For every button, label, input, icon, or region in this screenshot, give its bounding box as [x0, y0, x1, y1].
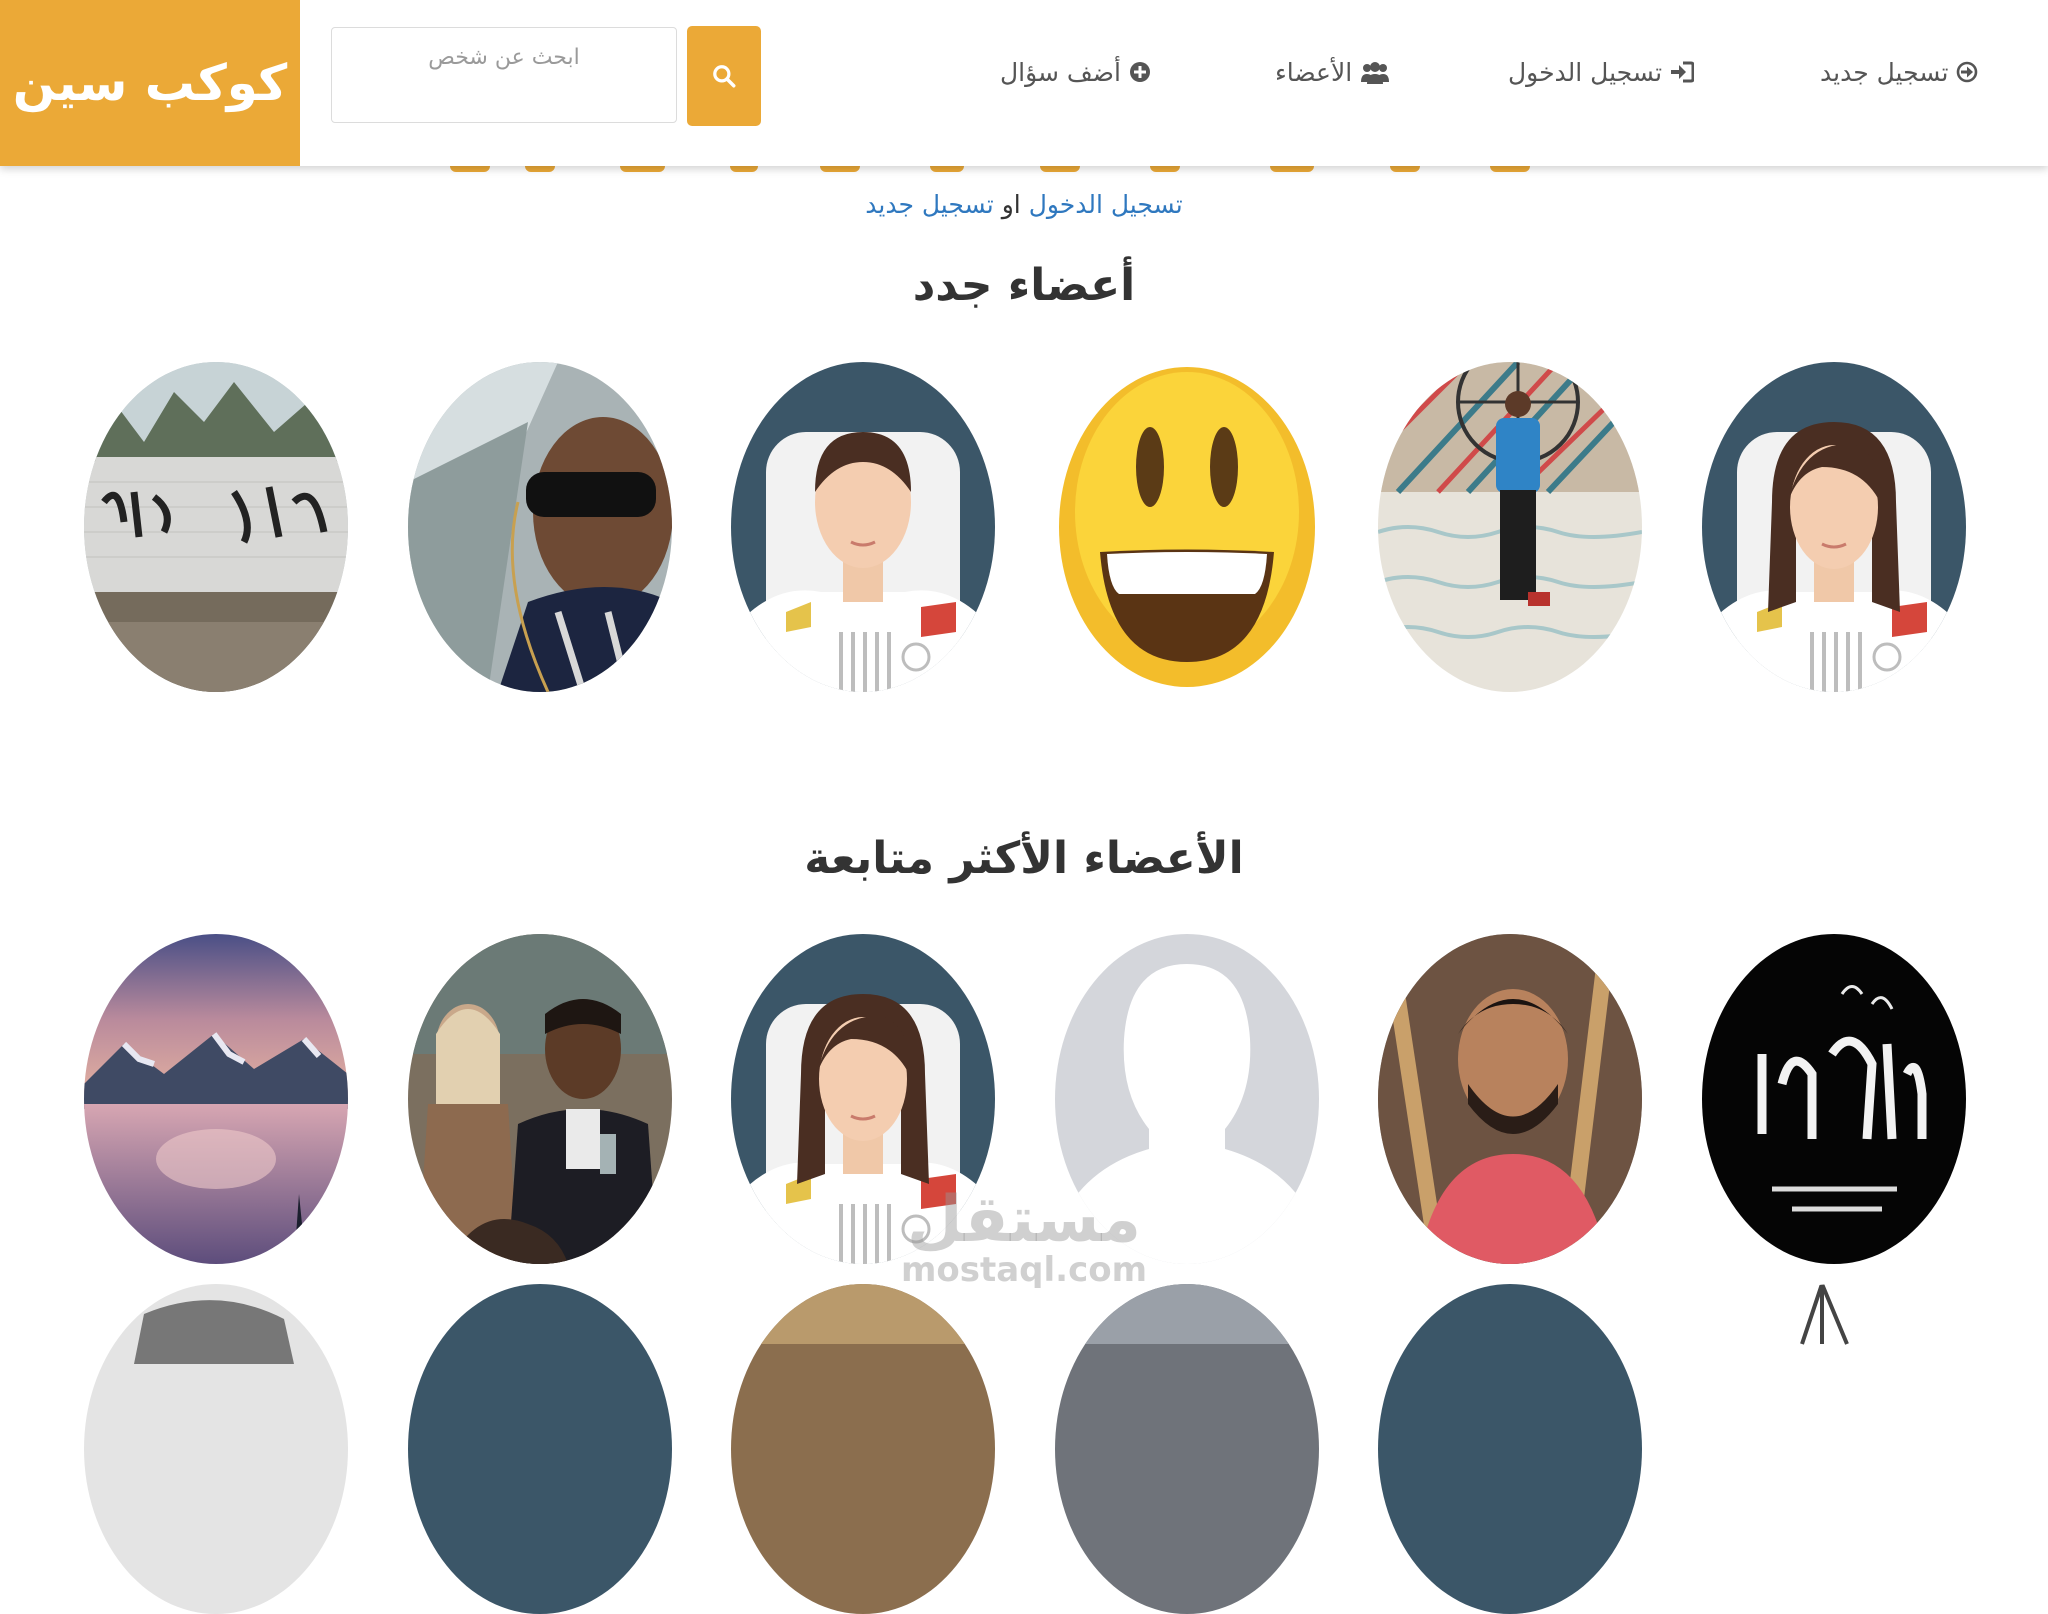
top-navbar: كوكب سين أضف سؤال الأعضاء: [0, 0, 2048, 166]
nav-add-question[interactable]: أضف سؤال: [1000, 52, 1151, 92]
member-avatar[interactable]: [1378, 362, 1642, 692]
member-avatar[interactable]: [408, 362, 672, 692]
member-avatar[interactable]: [1702, 1284, 1966, 1614]
search-input[interactable]: [331, 27, 677, 123]
member-avatar[interactable]: [1055, 1284, 1319, 1614]
login-link[interactable]: تسجيل الدخول: [1029, 190, 1183, 219]
member-avatar[interactable]: [84, 1284, 348, 1614]
member-avatar[interactable]: [731, 1284, 995, 1614]
member-avatar[interactable]: [1702, 362, 1966, 692]
watermark-latin: mostaql.com: [900, 1250, 1148, 1290]
nav-login-label: تسجيل الدخول: [1508, 57, 1663, 87]
auth-separator: او: [1001, 190, 1021, 219]
site-logo[interactable]: كوكب سين: [0, 0, 300, 166]
watermark: مستقل mostaql.com: [0, 1188, 2048, 1288]
nav-register[interactable]: تسجيل جديد: [1820, 52, 1978, 92]
member-avatar[interactable]: [84, 362, 348, 692]
member-avatar[interactable]: [1378, 1284, 1642, 1614]
most-followed-title: الأعضاء الأكثر متابعة: [804, 833, 1244, 884]
nav-register-label: تسجيل جديد: [1820, 57, 1949, 87]
member-avatar[interactable]: [731, 362, 995, 692]
nav-login[interactable]: تسجيل الدخول: [1508, 52, 1695, 92]
member-avatar[interactable]: [408, 1284, 672, 1614]
auth-prompt: تسجيل الدخول او تسجيل جديد: [0, 190, 2048, 219]
circle-arrow-icon: [1957, 61, 1978, 83]
watermark-arabic: مستقل: [906, 1183, 1142, 1257]
search-button[interactable]: [687, 26, 761, 126]
new-members-title: أعضاء جدد: [912, 260, 1136, 311]
register-link[interactable]: تسجيل جديد: [865, 190, 993, 219]
search-icon: [713, 65, 736, 88]
nav-members-label: الأعضاء: [1275, 57, 1353, 87]
nav-add-question-label: أضف سؤال: [1000, 57, 1121, 87]
sign-in-icon: [1671, 61, 1695, 83]
nav-members[interactable]: الأعضاء: [1275, 52, 1390, 92]
member-avatar[interactable]: [1055, 362, 1319, 692]
plus-circle-icon: [1129, 62, 1150, 82]
users-icon: [1361, 62, 1390, 84]
